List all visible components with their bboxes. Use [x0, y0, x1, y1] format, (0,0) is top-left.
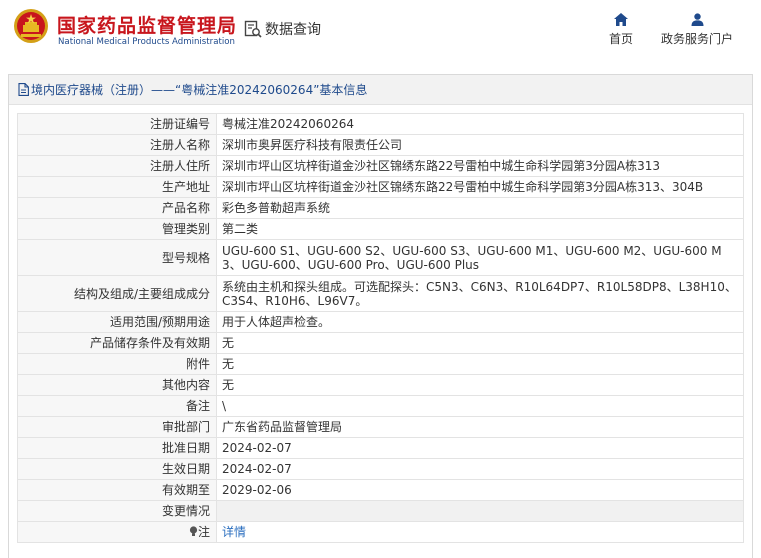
field-value: 深圳市奥昇医疗科技有限责任公司: [216, 134, 744, 156]
table-row: 产品名称 彩色多普勒超声系统: [17, 197, 744, 219]
table-row: 型号规格 UGU-600 S1、UGU-600 S2、UGU-600 S3、UG…: [17, 239, 744, 276]
nav-home[interactable]: 首页: [603, 13, 639, 47]
table-row: 适用范围/预期用途 用于人体超声检查。: [17, 311, 744, 333]
table-row: 注册人住所 深圳市坪山区坑梓街道金沙社区锦绣东路22号雷柏中城生命科学园第3分园…: [17, 155, 744, 177]
table-row: 产品储存条件及有效期 无: [17, 332, 744, 354]
table-row: 注册证编号 粤械注准20242060264: [17, 113, 744, 135]
panel-title-bar: 境内医疗器械（注册）——“粤械注准20242060264”基本信息: [9, 75, 752, 105]
table-row: 有效期至 2029-02-06: [17, 479, 744, 501]
field-value: 2029-02-06: [216, 479, 744, 501]
note-label: 注: [197, 525, 210, 539]
field-value: 广东省药品监督管理局: [216, 416, 744, 438]
details-link[interactable]: 详情: [222, 525, 246, 539]
table-row: 变更情况: [17, 500, 744, 522]
field-value: 深圳市坪山区坑梓街道金沙社区锦绣东路22号雷柏中城生命科学园第3分园A栋313: [216, 155, 744, 177]
field-label: 适用范围/预期用途: [17, 311, 217, 333]
table-row: 审批部门 广东省药品监督管理局: [17, 416, 744, 438]
national-emblem-icon: [14, 9, 48, 43]
field-label: 生产地址: [17, 176, 217, 198]
field-value: 第二类: [216, 218, 744, 240]
field-label: 审批部门: [17, 416, 217, 438]
nav-portal-label: 政务服务门户: [660, 32, 733, 46]
field-value: 无: [216, 374, 744, 396]
field-value: [216, 500, 744, 522]
field-value: 深圳市坪山区坑梓街道金沙社区锦绣东路22号雷柏中城生命科学园第3分园A栋313、…: [216, 176, 744, 198]
field-value: 彩色多普勒超声系统: [216, 197, 744, 219]
field-label: 产品储存条件及有效期: [17, 332, 217, 354]
table-row: 备注 \: [17, 395, 744, 417]
field-label: 有效期至: [17, 479, 217, 501]
document-icon: [18, 83, 29, 96]
table-row: 管理类别 第二类: [17, 218, 744, 240]
field-label: 结构及组成/主要组成成分: [17, 275, 217, 312]
data-search-label: 数据查询: [265, 22, 321, 38]
field-label: 产品名称: [17, 197, 217, 219]
field-value: 2024-02-07: [216, 458, 744, 480]
field-value: 用于人体超声检查。: [216, 311, 744, 333]
field-value: 无: [216, 353, 744, 375]
field-label: 批准日期: [17, 437, 217, 459]
field-label: 注册人名称: [17, 134, 217, 156]
panel-title: 境内医疗器械（注册）——“粤械注准20242060264”基本信息: [31, 83, 368, 97]
field-label: 注册证编号: [17, 113, 217, 135]
table-row: 其他内容 无: [17, 374, 744, 396]
nav-home-label: 首页: [608, 32, 633, 46]
home-icon: [614, 13, 628, 26]
field-value: 无: [216, 332, 744, 354]
note-value: 详情: [216, 521, 744, 543]
field-label: 备注: [17, 395, 217, 417]
brand-name-cn[interactable]: 国家药品监督管理局: [57, 11, 237, 38]
site-header: 国家药品监督管理局 National Medical Products Admi…: [0, 0, 761, 66]
table-row: 生产地址 深圳市坪山区坑梓街道金沙社区锦绣东路22号雷柏中城生命科学园第3分园A…: [17, 176, 744, 198]
field-value: \: [216, 395, 744, 417]
field-label: 附件: [17, 353, 217, 375]
table-row: 注册人名称 深圳市奥昇医疗科技有限责任公司: [17, 134, 744, 156]
field-label: 管理类别: [17, 218, 217, 240]
table-row: 结构及组成/主要组成成分 系统由主机和探头组成。可选配探头：C5N3、C6N3、…: [17, 275, 744, 312]
nav-service-portal[interactable]: 政务服务门户: [655, 13, 739, 47]
field-value: UGU-600 S1、UGU-600 S2、UGU-600 S3、UGU-600…: [216, 239, 744, 276]
device-info-panel: 境内医疗器械（注册）——“粤械注准20242060264”基本信息 注册证编号 …: [8, 74, 753, 558]
field-value: 粤械注准20242060264: [216, 113, 744, 135]
field-label: 变更情况: [17, 500, 217, 522]
brand-name-en[interactable]: National Medical Products Administration: [58, 37, 235, 47]
field-label: 生效日期: [17, 458, 217, 480]
field-label: 注册人住所: [17, 155, 217, 177]
table-row: 批准日期 2024-02-07: [17, 437, 744, 459]
user-icon: [691, 13, 703, 26]
device-info-table: 注册证编号 粤械注准20242060264 注册人名称 深圳市奥昇医疗科技有限责…: [17, 113, 744, 543]
table-row: 附件 无: [17, 353, 744, 375]
field-value: 系统由主机和探头组成。可选配探头：C5N3、C6N3、R10L64DP7、R10…: [216, 275, 744, 312]
lightbulb-icon: [189, 526, 198, 536]
field-value: 2024-02-07: [216, 437, 744, 459]
field-label: 型号规格: [17, 239, 217, 276]
field-label: 其他内容: [17, 374, 217, 396]
note-label-cell: 注: [17, 521, 217, 543]
data-search-link[interactable]: 数据查询: [244, 19, 321, 39]
table-row-note: 注 详情: [17, 521, 744, 543]
table-row: 生效日期 2024-02-07: [17, 458, 744, 480]
data-search-icon: [244, 20, 262, 38]
